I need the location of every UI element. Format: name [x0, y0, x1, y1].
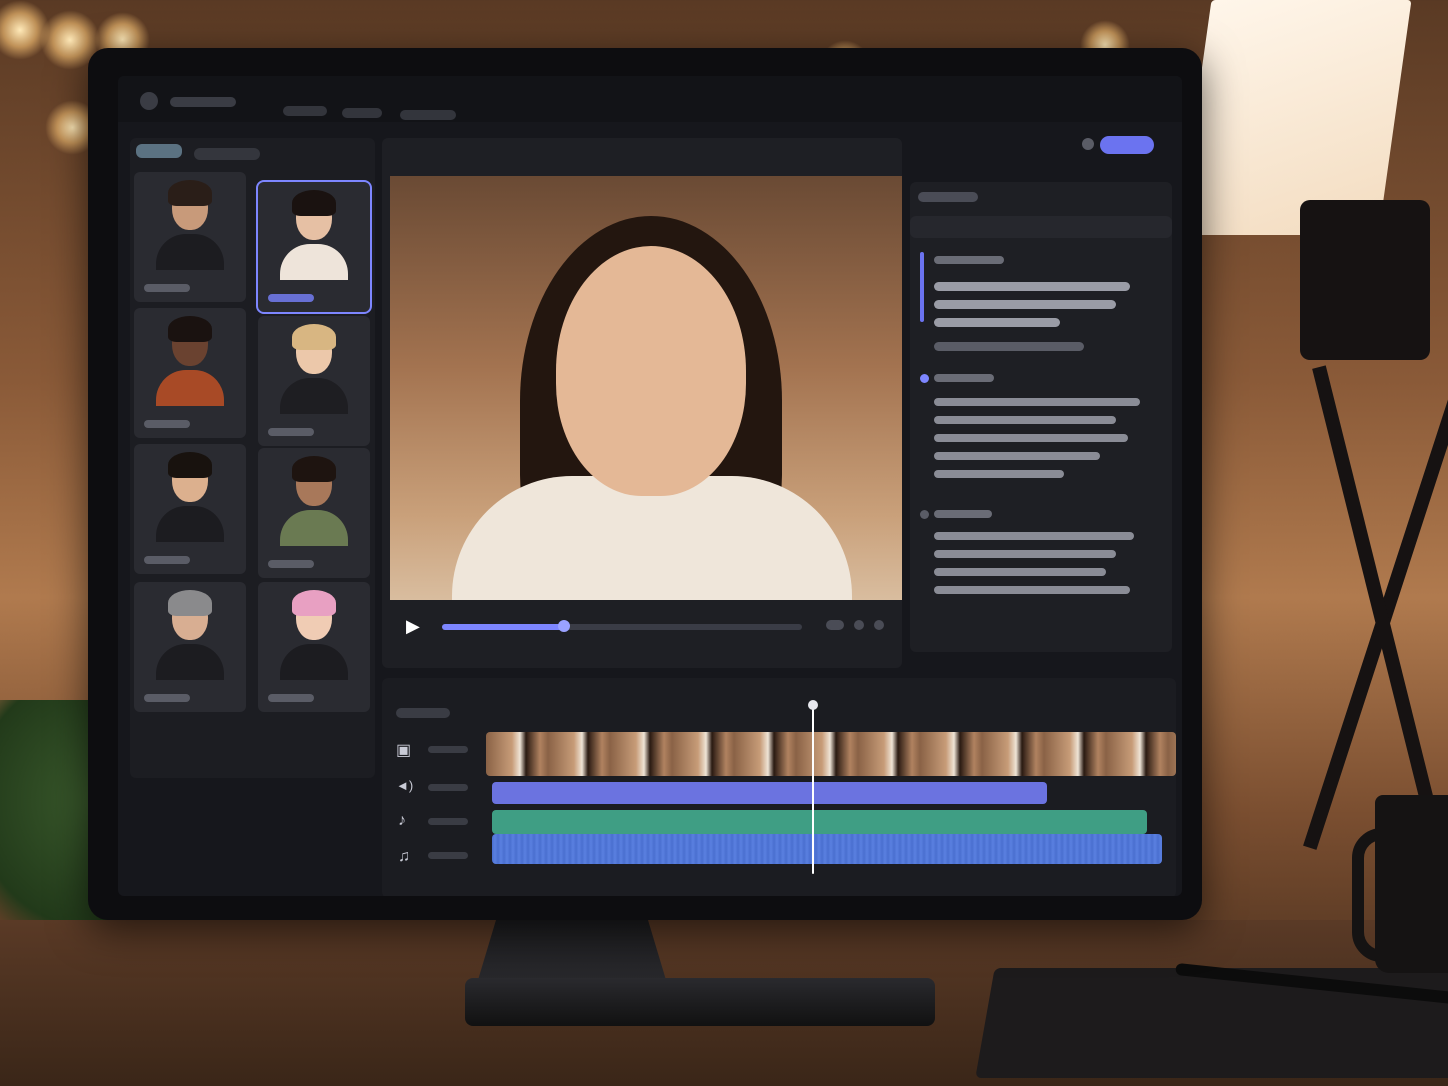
progress-handle[interactable] [558, 620, 571, 632]
track-label [428, 784, 468, 791]
editor-screen: ▶ ▣ ◄) ♪ ♫ [118, 76, 1182, 896]
tab-avatars[interactable] [136, 144, 182, 158]
track-label [428, 852, 468, 859]
script-line [934, 282, 1130, 291]
coffee-mug [1375, 795, 1448, 973]
script-line [934, 568, 1106, 576]
menu-item[interactable] [283, 106, 327, 116]
volume-button[interactable] [826, 620, 844, 630]
settings-button[interactable] [854, 620, 864, 630]
tab-other[interactable] [194, 148, 260, 160]
status-dot [1082, 138, 1094, 150]
video-preview-panel: ▶ [382, 138, 902, 668]
avatar-card[interactable] [258, 448, 370, 578]
script-line [934, 470, 1064, 478]
audio-track[interactable] [492, 834, 1162, 864]
script-line [934, 398, 1140, 406]
timeline-title [396, 708, 450, 718]
script-line [934, 342, 1084, 351]
menu-item[interactable] [400, 110, 456, 120]
progress-fill [442, 624, 565, 630]
monitor: ▶ ▣ ◄) ♪ ♫ [88, 48, 1202, 920]
fullscreen-button[interactable] [874, 620, 884, 630]
active-segment-indicator [920, 252, 924, 322]
avatar-card[interactable] [134, 172, 246, 302]
script-toolbar [910, 216, 1172, 238]
music-track[interactable] [492, 810, 1147, 834]
avatar-card[interactable] [258, 582, 370, 712]
track-label [428, 746, 468, 753]
speaker-icon: ◄) [396, 778, 414, 793]
script-line [934, 550, 1116, 558]
segment-marker[interactable] [920, 374, 929, 383]
video-camera-icon: ▣ [396, 742, 412, 759]
segment-marker[interactable] [920, 510, 929, 519]
script-panel-title [918, 192, 978, 202]
track-label [428, 818, 468, 825]
top-bar [118, 76, 1182, 122]
segment-heading [934, 374, 994, 382]
playback-controls: ▶ [390, 608, 902, 648]
camera-icon [1300, 200, 1430, 360]
playhead-handle[interactable] [808, 700, 818, 710]
script-line [934, 300, 1116, 309]
progress-track[interactable] [442, 620, 802, 632]
avatar-card[interactable] [134, 308, 246, 438]
presenter-face [556, 246, 746, 496]
avatar-library [130, 138, 375, 778]
timeline-panel: ▣ ◄) ♪ ♫ [382, 678, 1176, 896]
avatar-card[interactable] [258, 316, 370, 446]
voice-track[interactable] [492, 782, 1047, 804]
export-button[interactable] [1100, 136, 1154, 154]
music-note-icon: ♪ [398, 812, 406, 829]
app-title-placeholder [170, 97, 236, 107]
playhead[interactable] [812, 704, 814, 874]
script-line [934, 434, 1128, 442]
script-line [934, 452, 1100, 460]
script-line [934, 318, 1060, 327]
script-line [934, 416, 1116, 424]
segment-heading [934, 510, 992, 518]
video-track[interactable] [486, 732, 1176, 776]
menu-item[interactable] [342, 108, 382, 118]
double-music-note-icon: ♫ [398, 848, 410, 865]
script-panel [910, 182, 1172, 652]
play-icon[interactable]: ▶ [406, 616, 420, 637]
script-line [934, 532, 1134, 540]
script-line [934, 586, 1130, 594]
avatar-card[interactable] [134, 444, 246, 574]
segment-heading [934, 256, 1004, 264]
editor-main: ▶ ▣ ◄) ♪ ♫ [382, 136, 1176, 896]
app-logo-icon [140, 92, 158, 110]
avatar-card[interactable] [134, 582, 246, 712]
video-preview[interactable] [390, 176, 902, 600]
avatar-card-selected[interactable] [256, 180, 372, 314]
monitor-base [465, 978, 935, 1026]
